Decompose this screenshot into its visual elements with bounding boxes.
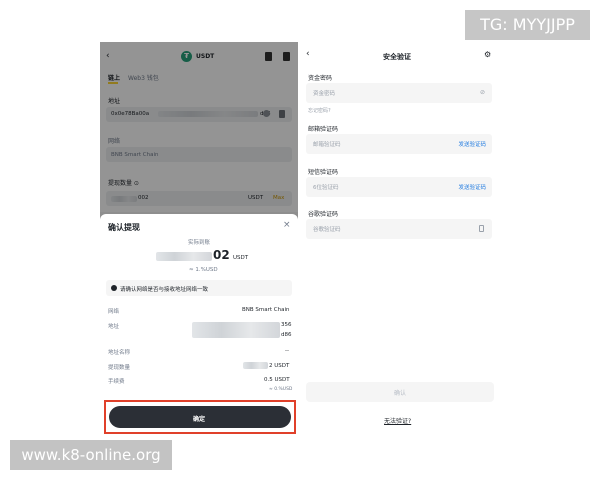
google-code-field[interactable] <box>306 219 492 239</box>
fund-password-input[interactable] <box>313 89 423 98</box>
forgot-password-link[interactable]: 忘记密码? <box>308 107 331 114</box>
security-verification-screen: ‹ 安全验证 ⚙ 资金密码 ⊘ 忘记密码? 邮箱验证码 发送验证码 短信验证码 … <box>300 42 500 437</box>
received-unit: USDT <box>233 255 249 261</box>
confirm-button-label: 确定 <box>193 416 206 423</box>
info-icon <box>111 285 117 291</box>
detail-network-value: BNB Smart Chain <box>242 307 290 313</box>
sms-code-input[interactable] <box>313 183 423 192</box>
sheet-title: 确认提现 <box>108 223 140 232</box>
confirm-button-label: 确认 <box>394 390 407 397</box>
unable-to-verify-link[interactable]: 无法验证? <box>384 416 411 425</box>
sms-code-label: 短信验证码 <box>308 169 339 176</box>
fund-password-field[interactable]: ⊘ <box>306 83 492 103</box>
sms-send-code-link[interactable]: 发送验证码 <box>458 183 486 191</box>
email-code-label: 邮箱验证码 <box>308 126 339 133</box>
detail-amount-value: 2 USDT <box>269 363 290 369</box>
detail-address-name-label: 地址名称 <box>108 350 131 356</box>
settings-gear-icon[interactable]: ⚙ <box>484 50 491 59</box>
notice-text: 请确认网络是否与接收地址网络一致 <box>120 287 209 293</box>
google-code-input[interactable] <box>313 225 423 234</box>
paste-icon[interactable] <box>479 225 484 232</box>
page-title: 安全验证 <box>383 53 411 61</box>
eye-hidden-icon[interactable]: ⊘ <box>480 89 485 96</box>
detail-fee-label: 手续费 <box>108 379 125 385</box>
google-code-label: 谷歌验证码 <box>308 211 339 218</box>
detail-address-name-value: -- <box>285 348 289 354</box>
confirm-withdraw-sheet: 确认提现 × 实际到账 02 USDT ≈ 1.%USD 请确认网络是否与接收地… <box>100 214 298 437</box>
telegram-watermark: TG: MYYJJPP <box>465 10 590 40</box>
received-approx: ≈ 1.%USD <box>189 267 218 273</box>
back-arrow-icon[interactable]: ‹ <box>306 49 310 59</box>
email-code-field[interactable]: 发送验证码 <box>306 134 492 154</box>
close-icon[interactable]: × <box>283 220 291 230</box>
withdraw-screen: ‹ ₮ USDT 链上 Web3 钱包 地址 0x0e78Ba00a d86 网… <box>100 42 298 437</box>
detail-amount-redacted <box>243 362 268 369</box>
detail-address-line2: d86 <box>281 332 292 338</box>
detail-address-line1: 356 <box>281 322 292 328</box>
detail-fee-value: 0.5 USDT <box>264 377 290 383</box>
received-redacted <box>156 252 212 261</box>
email-code-input[interactable] <box>313 140 423 149</box>
detail-network-label: 网络 <box>108 309 120 315</box>
fund-password-label: 资金密码 <box>308 75 333 82</box>
received-amount: 02 <box>213 248 230 262</box>
detail-fee-approx: ≈ 0.%USD <box>269 387 293 392</box>
received-label: 实际到账 <box>188 240 211 246</box>
email-send-code-link[interactable]: 发送验证码 <box>458 140 486 148</box>
detail-amount-label: 提现数量 <box>108 365 131 371</box>
site-watermark: www.k8-online.org <box>10 440 172 470</box>
detail-address-label: 地址 <box>108 324 120 330</box>
detail-address-redacted <box>192 322 280 338</box>
sms-code-field[interactable]: 发送验证码 <box>306 177 492 197</box>
